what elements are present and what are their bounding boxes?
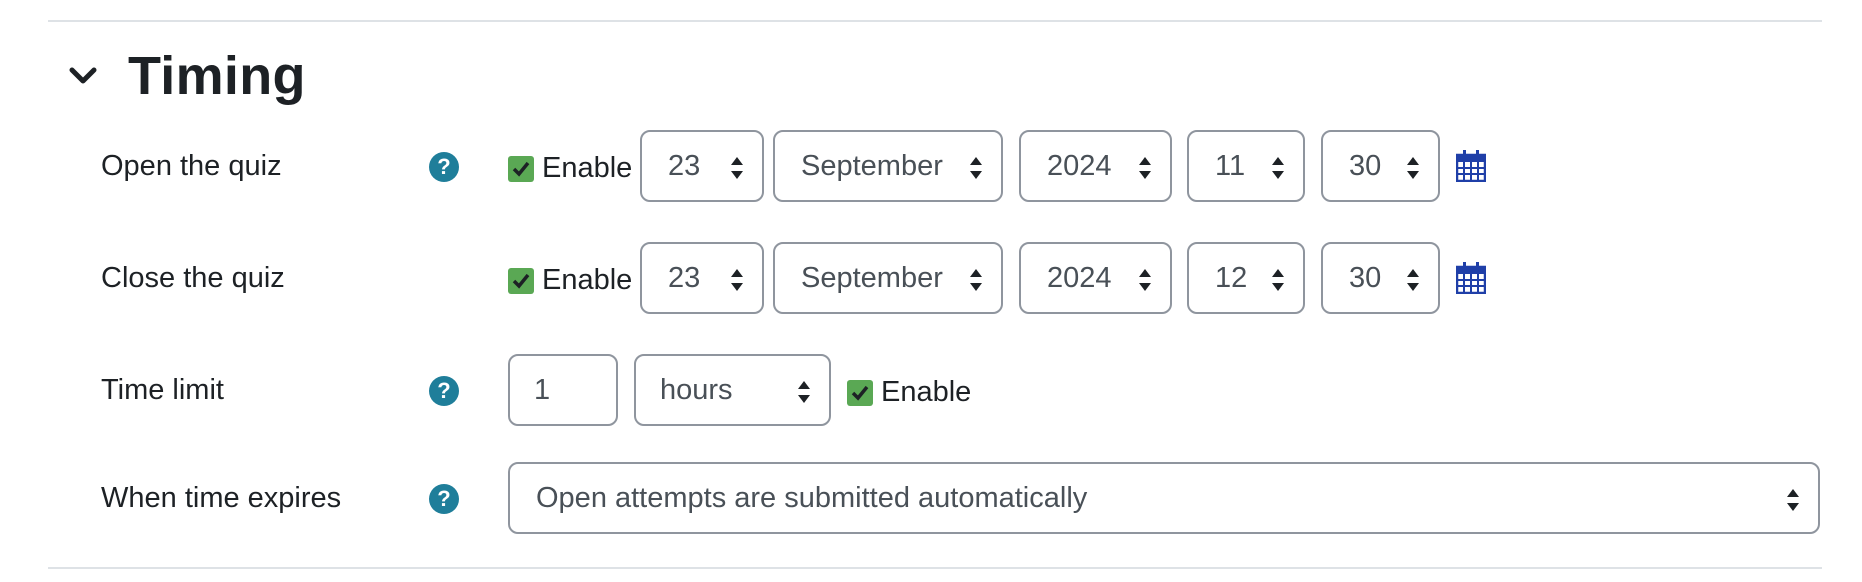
close-minute-select[interactable]: 30 (1321, 242, 1440, 314)
section-title: Timing (128, 46, 306, 106)
time-limit-input[interactable]: 1 (508, 354, 618, 426)
select-arrow-icon (1787, 489, 1799, 511)
row-open-quiz: Open the quiz ? Enable 23 September 2024… (0, 130, 1862, 206)
checkbox-checked-icon[interactable] (508, 155, 534, 182)
time-limit-unit-select[interactable]: hours (634, 354, 831, 426)
help-icon[interactable]: ? (429, 152, 459, 182)
close-month-select[interactable]: September (773, 242, 1003, 314)
close-year-select[interactable]: 2024 (1019, 242, 1172, 314)
select-arrow-icon (1139, 269, 1151, 291)
select-arrow-icon (1139, 157, 1151, 179)
time-limit-enable-checkbox[interactable]: Enable (847, 376, 971, 409)
open-minute-select[interactable]: 30 (1321, 130, 1440, 202)
select-arrow-icon (970, 157, 982, 179)
open-year-select[interactable]: 2024 (1019, 130, 1172, 202)
bottom-divider (48, 567, 1822, 569)
row-time-limit: Time limit ? 1 hours Enable (0, 354, 1862, 430)
close-enable-label: Enable (542, 264, 633, 296)
top-divider (48, 20, 1822, 22)
close-quiz-label: Close the quiz (101, 262, 285, 294)
time-limit-label: Time limit (101, 374, 224, 406)
row-when-time-expires: When time expires ? Open attempts are su… (0, 462, 1862, 538)
section-toggle-timing[interactable]: Timing (64, 40, 306, 112)
checkbox-checked-icon[interactable] (847, 379, 873, 406)
open-day-select[interactable]: 23 (640, 130, 764, 202)
close-day-select[interactable]: 23 (640, 242, 764, 314)
open-quiz-label: Open the quiz (101, 150, 282, 182)
select-arrow-icon (1272, 269, 1284, 291)
select-arrow-icon (731, 157, 743, 179)
open-month-select[interactable]: September (773, 130, 1003, 202)
open-hour-select[interactable]: 11 (1187, 130, 1305, 202)
open-enable-checkbox[interactable]: Enable (508, 152, 632, 185)
help-icon[interactable]: ? (429, 376, 459, 406)
chevron-down-icon[interactable] (64, 57, 102, 95)
close-hour-select[interactable]: 12 (1187, 242, 1305, 314)
close-enable-checkbox[interactable]: Enable (508, 264, 632, 297)
calendar-icon[interactable] (1456, 150, 1486, 182)
help-icon[interactable]: ? (429, 484, 459, 514)
row-close-quiz: Close the quiz Enable 23 September 2024 … (0, 242, 1862, 318)
when-time-expires-label: When time expires (101, 482, 342, 514)
calendar-icon[interactable] (1456, 262, 1486, 294)
select-arrow-icon (1272, 157, 1284, 179)
select-arrow-icon (1407, 157, 1419, 179)
checkbox-checked-icon[interactable] (508, 267, 534, 294)
open-enable-label: Enable (542, 152, 633, 184)
select-arrow-icon (1407, 269, 1419, 291)
select-arrow-icon (970, 269, 982, 291)
time-limit-enable-label: Enable (881, 376, 972, 408)
when-time-expires-select[interactable]: Open attempts are submitted automaticall… (508, 462, 1820, 534)
select-arrow-icon (731, 269, 743, 291)
select-arrow-icon (798, 381, 810, 403)
